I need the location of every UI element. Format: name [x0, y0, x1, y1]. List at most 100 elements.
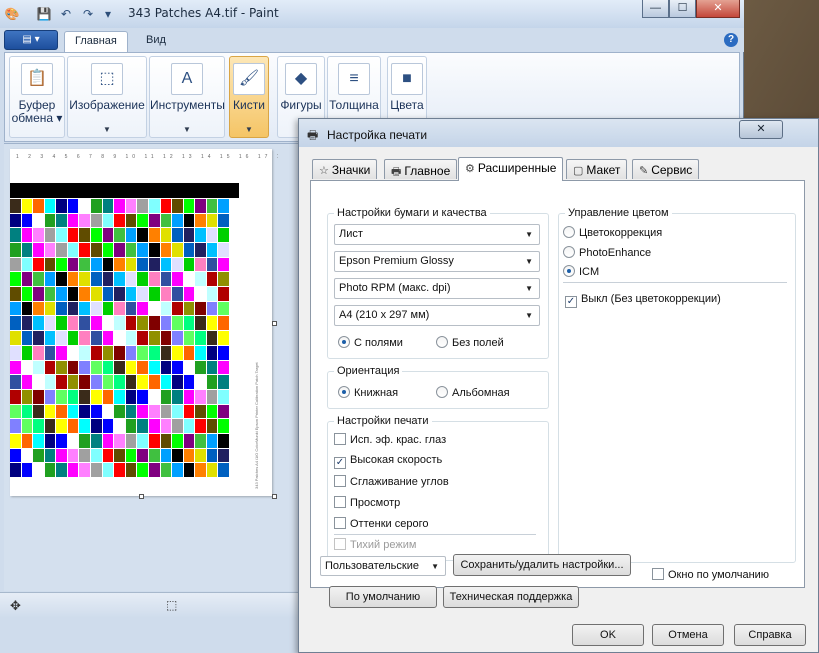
radio-borderless[interactable]: Без полей	[436, 336, 504, 349]
media-type-select[interactable]: Epson Premium Glossy ▼	[334, 251, 540, 272]
color-patch	[91, 360, 102, 375]
color-patch	[10, 404, 21, 419]
color-patch	[125, 243, 137, 257]
help-icon[interactable]: ?	[724, 33, 738, 47]
support-button[interactable]: Техническая поддержка	[443, 586, 579, 608]
color-patch	[102, 360, 114, 375]
close-button[interactable]: ✕	[696, 0, 740, 18]
checkbox	[334, 475, 346, 487]
color-patch	[160, 316, 172, 331]
customize-icon[interactable]: ▾	[100, 6, 116, 22]
ribbon-group-image[interactable]: ⬚ Изображение ▼	[67, 56, 147, 138]
radio-icm[interactable]: ICM	[563, 265, 599, 278]
tab-advanced[interactable]: ⚙ Расширенные	[458, 157, 564, 181]
color-patch	[21, 228, 33, 243]
color-patch	[206, 404, 218, 419]
maximize-button[interactable]: ☐	[669, 0, 696, 18]
resize-handle-bottom[interactable]	[139, 494, 144, 499]
color-patch	[172, 243, 183, 257]
radio-portrait[interactable]: Книжная	[338, 386, 398, 399]
color-patch	[195, 287, 206, 301]
color-patch	[44, 287, 56, 301]
color-patch	[91, 433, 102, 448]
color-patch	[10, 433, 21, 448]
color-patch	[183, 448, 195, 463]
preset-select[interactable]: Пользовательские ▼	[320, 556, 446, 576]
radio-with-borders[interactable]: С полями	[338, 336, 403, 349]
color-patch	[183, 272, 195, 287]
undo-icon[interactable]: ↶	[58, 6, 74, 22]
radio-label: С полями	[354, 337, 403, 349]
quality-select[interactable]: Photo RPM (макс. dpi) ▼	[334, 278, 540, 299]
check-default-window[interactable]: Окно по умолчанию	[652, 568, 769, 581]
color-patch	[67, 448, 79, 463]
ribbon-tab-bar: ▤ ▾ Главная Вид ?	[0, 28, 744, 52]
color-patch	[218, 404, 229, 419]
color-patch	[148, 287, 160, 301]
redo-icon[interactable]: ↷	[80, 6, 96, 22]
tab-layout[interactable]: ▢ Макет	[566, 159, 628, 179]
ok-button[interactable]: OK	[572, 624, 644, 646]
color-patch	[91, 272, 102, 287]
color-patch	[102, 316, 114, 331]
tab-view[interactable]: Вид	[136, 31, 176, 52]
tab-home[interactable]: Главная	[64, 31, 128, 52]
color-patch	[21, 433, 33, 448]
ribbon-group-clipboard[interactable]: 📋 Буфер обмена ▾	[9, 56, 65, 138]
radio-photoenhance[interactable]: PhotoEnhance	[563, 246, 651, 259]
color-patch	[195, 375, 206, 389]
defaults-button[interactable]: По умолчанию	[329, 586, 437, 608]
image-canvas[interactable]: 1 2 3 4 5 6 7 8 9 10 11 12 13 14 15 16 1…	[10, 149, 278, 496]
check-high-speed[interactable]: ✓ Высокая скорость	[334, 454, 442, 469]
color-patch	[91, 375, 102, 389]
ribbon-group-tools[interactable]: A Инструменты ▼	[149, 56, 225, 138]
radio-label: Альбомная	[452, 387, 510, 399]
color-patch	[172, 448, 183, 463]
radio-landscape[interactable]: Альбомная	[436, 386, 510, 399]
color-patch	[67, 228, 79, 243]
radio-color-controls[interactable]: Цветокоррекция	[563, 226, 662, 239]
color-patch	[102, 448, 114, 463]
color-patch	[102, 213, 114, 228]
color-patch	[172, 375, 183, 389]
chevron-down-icon: ▼	[103, 125, 111, 134]
tab-main[interactable]: 🖶 Главное	[384, 159, 458, 179]
shapes-icon: ◆	[285, 63, 317, 95]
orientation-group: Ориентация Книжная Альбомная	[327, 365, 549, 409]
color-patch	[148, 331, 160, 345]
save-icon[interactable]: 💾	[36, 6, 52, 22]
ribbon-group-brushes[interactable]: 🖌 Кисти ▼	[229, 56, 269, 138]
resize-handle-right[interactable]	[272, 321, 277, 326]
color-patch	[10, 463, 21, 477]
check-label: Тихий режим	[350, 539, 417, 551]
check-icm-off[interactable]: ✓ Выкл (Без цветокоррекции)	[565, 293, 721, 308]
color-patch	[172, 199, 183, 213]
colors-icon: ■	[391, 63, 423, 95]
radio-dot	[338, 336, 350, 348]
tab-service[interactable]: ✎ Сервис	[632, 159, 700, 179]
dialog-close-button[interactable]: ✕	[739, 120, 783, 139]
check-label: Сглаживание углов	[350, 476, 449, 488]
check-edge-smoothing[interactable]: Сглаживание углов	[334, 475, 449, 488]
resize-handle-corner[interactable]	[272, 494, 277, 499]
minimize-button[interactable]: —	[642, 0, 669, 18]
paper-source-select[interactable]: Лист ▼	[334, 224, 540, 245]
color-patch	[148, 228, 160, 243]
check-preview[interactable]: Просмотр	[334, 496, 400, 509]
preset-value: Пользовательские	[325, 560, 419, 572]
paper-size-select[interactable]: A4 (210 x 297 мм) ▼	[334, 305, 540, 326]
color-patch	[44, 448, 56, 463]
tab-icons[interactable]: ☆ Значки	[312, 159, 378, 179]
color-patch	[10, 331, 21, 345]
save-settings-button[interactable]: Сохранить/удалить настройки...	[453, 554, 631, 576]
color-patch	[102, 301, 114, 316]
check-red-eye[interactable]: Исп. эф. крас. глаз	[334, 433, 446, 446]
cancel-button[interactable]: Отмена	[652, 624, 724, 646]
color-patch	[206, 301, 218, 316]
check-grayscale[interactable]: Оттенки серого	[334, 517, 428, 530]
color-patch	[91, 257, 102, 272]
color-patch	[56, 345, 67, 360]
help-button[interactable]: Справка	[734, 624, 806, 646]
app-menu-button[interactable]: ▤ ▾	[4, 30, 58, 50]
paint-icon[interactable]: 🎨	[4, 6, 20, 22]
